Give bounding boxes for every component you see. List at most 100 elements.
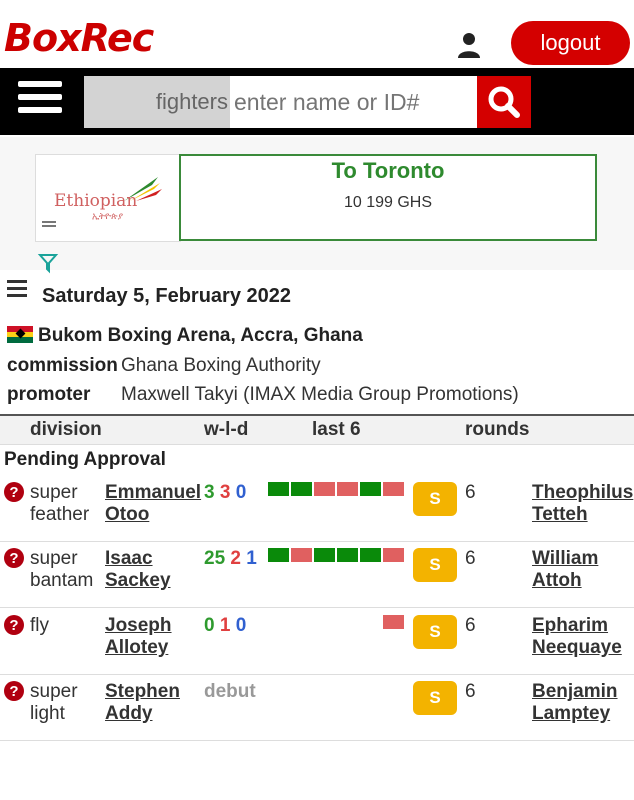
- fighter-b-first[interactable]: William: [532, 548, 598, 569]
- status-badge[interactable]: S: [413, 681, 457, 715]
- event-menu-icon[interactable]: [7, 280, 27, 298]
- fighter-a-last[interactable]: Allotey: [105, 637, 168, 658]
- event-header: Saturday 5, February 2022: [0, 272, 634, 322]
- ad-brand: Ethiopian: [54, 191, 138, 211]
- help-icon[interactable]: ?: [4, 681, 24, 701]
- last6-results: [268, 681, 404, 695]
- help-icon[interactable]: ?: [4, 615, 24, 635]
- boxrec-logo[interactable]: BoxRec: [4, 16, 154, 60]
- debut-label: debut: [204, 681, 256, 702]
- search-button[interactable]: [477, 76, 531, 128]
- bout-row[interactable]: ? fly Joseph Allotey 0 1 0 S 6 Epharim Neequaye: [0, 609, 634, 675]
- help-icon[interactable]: ?: [4, 548, 24, 568]
- fighter-a-first[interactable]: Stephen: [105, 681, 180, 702]
- fighter-a-link[interactable]: Joseph Allotey: [105, 615, 172, 659]
- last6-results: [268, 482, 404, 496]
- search-type-select[interactable]: fighters: [84, 76, 230, 128]
- search-input[interactable]: [230, 76, 477, 128]
- division-line2: light: [30, 703, 65, 724]
- promoter-row: promoter Maxwell Takyi (IMAX Media Group …: [7, 384, 519, 406]
- draws: 0: [235, 482, 247, 503]
- ad-choices-icon[interactable]: [37, 252, 59, 274]
- losses: 2: [230, 548, 241, 569]
- record: 0 1 0: [204, 615, 246, 637]
- search-icon: [488, 86, 520, 118]
- last6-win: [268, 548, 289, 562]
- rounds: 6: [465, 681, 476, 702]
- fighter-b-first[interactable]: Benjamin: [532, 681, 618, 702]
- ad-airline-logo[interactable]: Ethiopian ኢትዮጵያ: [35, 154, 181, 242]
- fighter-b-link[interactable]: William Attoh: [532, 548, 598, 592]
- last6-win: [291, 482, 312, 496]
- fighter-a-first[interactable]: Isaac: [105, 548, 153, 569]
- group-label: Pending Approval: [4, 449, 166, 470]
- division-line1: fly: [30, 615, 49, 636]
- fighter-a-link[interactable]: Emmanuel Otoo: [105, 482, 201, 526]
- fighter-b-last[interactable]: Neequaye: [532, 637, 622, 658]
- division: super light: [30, 681, 78, 725]
- user-icon[interactable]: [455, 31, 483, 59]
- ad-options-icon[interactable]: [42, 221, 56, 229]
- fighter-b-link[interactable]: Benjamin Lamptey: [532, 681, 618, 725]
- last6-loss: [383, 482, 404, 496]
- col-last6: last 6: [312, 419, 361, 440]
- division-line2: bantam: [30, 570, 94, 591]
- table-header: division w-l-d last 6 rounds: [0, 414, 634, 445]
- help-icon[interactable]: ?: [4, 482, 24, 502]
- logout-button[interactable]: logout: [511, 21, 630, 65]
- division-line1: super: [30, 681, 78, 702]
- ad-offer-box[interactable]: To Toronto 10 199 GHS: [179, 154, 597, 241]
- ad-destination: To Toronto: [331, 158, 445, 183]
- status-badge[interactable]: S: [413, 615, 457, 649]
- last6-loss: [337, 482, 358, 496]
- bout-row[interactable]: ? super light Stephen Addy debut S 6 Benjamin Lam…: [0, 675, 634, 741]
- commission-value: Ghana Boxing Authority: [121, 355, 321, 376]
- losses: 3: [219, 482, 231, 503]
- rounds: 6: [465, 548, 476, 569]
- draws: 1: [246, 548, 257, 569]
- event-venue[interactable]: Bukom Boxing Arena, Accra, Ghana: [7, 325, 363, 347]
- fighter-a-last[interactable]: Otoo: [105, 504, 149, 525]
- bout-row[interactable]: ? super feather Emmanuel Otoo 3 3 0 S 6 Theophil…: [0, 476, 634, 542]
- losses: 1: [219, 615, 231, 636]
- status-badge[interactable]: S: [413, 482, 457, 516]
- promoter-label: promoter: [7, 384, 91, 405]
- division: super bantam: [30, 548, 93, 592]
- fighter-b-last[interactable]: Lamptey: [532, 703, 610, 724]
- advertisement[interactable]: Ethiopian ኢትዮጵያ To Toronto 10 199 GHS: [0, 137, 634, 274]
- last6-win: [314, 548, 335, 562]
- status-badge[interactable]: S: [413, 548, 457, 582]
- col-wld: w-l-d: [204, 419, 249, 440]
- division-line1: super: [30, 548, 78, 569]
- venue-name[interactable]: Bukom Boxing Arena, Accra, Ghana: [38, 325, 363, 346]
- draws: 0: [235, 615, 247, 636]
- fighter-b-first[interactable]: Epharim: [532, 615, 608, 636]
- record: 3 3 0: [204, 482, 246, 504]
- ad-brand-sub: ኢትዮጵያ: [92, 211, 124, 221]
- fighter-a-last[interactable]: Sackey: [105, 570, 171, 591]
- division-line2: feather: [30, 504, 90, 525]
- last6-win: [360, 482, 381, 496]
- ad-price: 10 199 GHS: [343, 194, 433, 211]
- header: BoxRec logout: [0, 0, 634, 68]
- division: super feather: [30, 482, 89, 526]
- event-date: Saturday 5, February 2022: [42, 285, 292, 307]
- fighter-b-last[interactable]: Attoh: [532, 570, 582, 591]
- fighter-b-first[interactable]: Theophilus: [532, 482, 633, 503]
- bout-row[interactable]: ? super bantam Isaac Sackey 25 2 1 S 6 William At…: [0, 542, 634, 608]
- last6-loss: [291, 548, 312, 562]
- fighter-a-link[interactable]: Isaac Sackey: [105, 548, 171, 592]
- ghana-flag-icon: [7, 326, 33, 343]
- col-rounds: rounds: [465, 419, 530, 440]
- fighter-a-link[interactable]: Stephen Addy: [105, 681, 180, 725]
- fighter-b-link[interactable]: Epharim Neequaye: [532, 615, 622, 659]
- fighter-a-last[interactable]: Addy: [105, 703, 153, 724]
- hamburger-menu-icon[interactable]: [18, 81, 62, 121]
- wins: 3: [204, 482, 215, 503]
- fighter-a-first[interactable]: Emmanuel: [105, 482, 201, 503]
- commission-row: commission Ghana Boxing Authority: [7, 355, 321, 377]
- fighter-b-link[interactable]: Theophilus Tetteh: [532, 482, 633, 526]
- fighter-a-first[interactable]: Joseph: [105, 615, 172, 636]
- commission-label: commission: [7, 355, 118, 376]
- fighter-b-last[interactable]: Tetteh: [532, 504, 588, 525]
